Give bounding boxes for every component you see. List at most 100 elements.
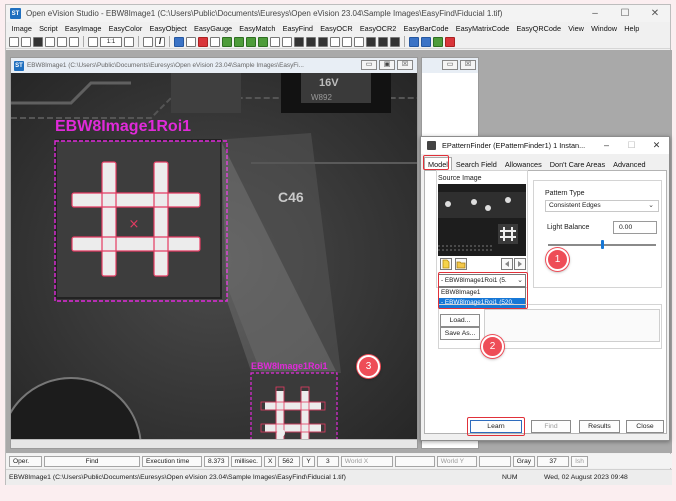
- zoom-icon[interactable]: [88, 36, 98, 47]
- italic-tool-icon[interactable]: I: [155, 36, 165, 47]
- menu-easyqrcode[interactable]: EasyQRCode: [513, 24, 565, 33]
- chevron-down-icon: ⌄: [517, 277, 523, 284]
- results-button[interactable]: Results: [579, 420, 620, 433]
- footer-path: EBW8Image1 (C:\Users\Public\Documents\Eu…: [9, 474, 346, 481]
- menu-window[interactable]: Window: [588, 24, 621, 33]
- num-lock-indicator: NUM: [502, 474, 518, 481]
- open-folder-icon[interactable]: [455, 258, 467, 270]
- save-icon[interactable]: [9, 36, 19, 47]
- menu-easyocr[interactable]: EasyOCR: [317, 24, 357, 33]
- new-icon[interactable]: [33, 36, 43, 47]
- close-window-button[interactable]: ✕: [640, 5, 670, 22]
- histogram-icon[interactable]: [174, 36, 184, 47]
- previous-icon[interactable]: [501, 258, 513, 270]
- minimize-button[interactable]: –: [580, 5, 610, 22]
- menu-help[interactable]: Help: [621, 24, 643, 33]
- toolbar-separator: [404, 36, 405, 47]
- light-balance-input[interactable]: 0.00: [613, 221, 657, 234]
- open-icon[interactable]: [21, 36, 31, 47]
- learn-button[interactable]: Learn: [470, 420, 522, 433]
- footer-datetime: Wed, 02 August 2023 09:48: [544, 474, 628, 481]
- ocr-icon[interactable]: [306, 36, 316, 47]
- zoom-ratio-field[interactable]: 1:1: [100, 36, 122, 47]
- stop-icon[interactable]: [445, 36, 455, 47]
- title-bar: ST Open eVision Studio - EBW8Image1 (C:\…: [6, 5, 670, 22]
- object-icon[interactable]: [222, 36, 232, 47]
- export-icon[interactable]: [69, 36, 79, 47]
- barcode-icon[interactable]: [330, 36, 340, 47]
- status-gray-value: 37: [537, 455, 570, 467]
- menu-easycolor[interactable]: EasyColor: [105, 24, 146, 33]
- matrixcode-icon[interactable]: [366, 36, 376, 47]
- transform-icon[interactable]: [186, 36, 196, 47]
- menu-easymatrixcode[interactable]: EasyMatrixCode: [452, 24, 513, 33]
- find-icon[interactable]: [282, 36, 292, 47]
- restore-button[interactable]: ▭: [442, 60, 458, 70]
- maximize-button[interactable]: ☐: [610, 5, 640, 22]
- dialog-maximize-button[interactable]: ☐: [619, 137, 644, 154]
- gauge-icon[interactable]: [210, 36, 220, 47]
- close-button[interactable]: Close: [626, 420, 664, 433]
- next-glyph: [518, 261, 522, 267]
- match-icon[interactable]: [270, 36, 280, 47]
- zoom-spinner-icon[interactable]: [124, 36, 134, 47]
- cursor-icon[interactable]: [409, 36, 419, 47]
- menu-easyocr2[interactable]: EasyOCR2: [356, 24, 400, 33]
- pattern-type-label: Pattern Type: [545, 190, 585, 197]
- source-image-combo-value: - EBW8Image1Roi1 (5.: [441, 277, 507, 284]
- roi-label: EBW8Image1Roi1: [55, 118, 192, 135]
- pattern-type-select[interactable]: Consistent Edges ⌄: [545, 200, 659, 212]
- app-title: Open eVision Studio - EBW8Image1 (C:\Use…: [26, 9, 503, 18]
- load-button[interactable]: Load...: [440, 314, 480, 327]
- new-pattern-glyph: [442, 259, 450, 269]
- menu-easymatch[interactable]: EasyMatch: [236, 24, 279, 33]
- ocr2-icon[interactable]: [318, 36, 328, 47]
- matrixcode2-icon[interactable]: [378, 36, 388, 47]
- horizontal-scrollbar[interactable]: [11, 439, 417, 448]
- find-button[interactable]: Find: [531, 420, 571, 433]
- pattern-thumbnail-image: [438, 184, 526, 256]
- menu-view[interactable]: View: [565, 24, 588, 33]
- menu-easybarcode[interactable]: EasyBarCode: [400, 24, 452, 33]
- matrix-icon[interactable]: [198, 36, 208, 47]
- menu-easyfind[interactable]: EasyFind: [279, 24, 317, 33]
- open-folder-glyph: [456, 261, 466, 269]
- close-button[interactable]: ☒: [397, 60, 413, 70]
- minimize-button[interactable]: ▭: [361, 60, 377, 70]
- next-icon[interactable]: [514, 258, 526, 270]
- menu-script[interactable]: Script: [35, 24, 61, 33]
- menu-easygauge[interactable]: EasyGauge: [190, 24, 235, 33]
- dialog-close-button[interactable]: ✕: [644, 137, 669, 154]
- dropdown-option[interactable]: EBW8Image1: [439, 288, 525, 298]
- close-button[interactable]: ☒: [460, 60, 476, 70]
- toolbar-separator: [83, 36, 84, 47]
- new-pattern-icon[interactable]: [440, 258, 452, 270]
- tree-icon[interactable]: [354, 36, 364, 47]
- menu-image[interactable]: Image: [8, 24, 35, 33]
- image-icon[interactable]: [57, 36, 67, 47]
- toolbar-separator: [169, 36, 170, 47]
- source-image-combo[interactable]: - EBW8Image1Roi1 (5. ⌄: [438, 274, 526, 287]
- pattern-icon[interactable]: [294, 36, 304, 47]
- image-window-buttons: ▭ ▣ ☒: [361, 60, 413, 70]
- grid-icon[interactable]: [143, 36, 153, 47]
- status-x-label: X: [263, 455, 277, 467]
- camera2-icon[interactable]: [433, 36, 443, 47]
- camera-icon[interactable]: [421, 36, 431, 47]
- blob-icon[interactable]: [234, 36, 244, 47]
- save-as-button[interactable]: Save As...: [440, 327, 480, 340]
- qrcode-icon[interactable]: [390, 36, 400, 47]
- shape-icon[interactable]: [246, 36, 256, 47]
- edge-icon[interactable]: [258, 36, 268, 47]
- record-icon[interactable]: [45, 36, 55, 47]
- menu-easyimage[interactable]: EasyImage: [61, 24, 105, 33]
- image-canvas[interactable]: × 16V W892 C46 EBW8Image1Roi1 EBW8Image1…: [11, 73, 417, 448]
- restore-button[interactable]: ▣: [379, 60, 395, 70]
- footer-bar: EBW8Image1 (C:\Users\Public\Documents\Eu…: [6, 469, 672, 485]
- menu-easyobject[interactable]: EasyObject: [146, 24, 191, 33]
- status-world-y-value: [478, 455, 511, 467]
- barcode2-icon[interactable]: [342, 36, 352, 47]
- dialog-minimize-button[interactable]: –: [594, 137, 619, 154]
- light-balance-slider-thumb[interactable]: [601, 240, 604, 249]
- status-world-y: World Y: [436, 455, 477, 467]
